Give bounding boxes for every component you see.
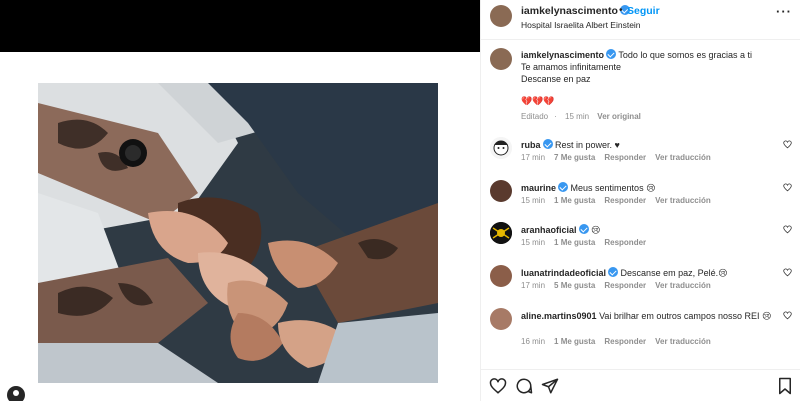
post-photo[interactable]	[38, 83, 438, 383]
comment-username[interactable]: aranhaoficial	[521, 225, 577, 235]
comment-like-heart-icon[interactable]	[783, 140, 792, 149]
verified-badge-icon	[606, 49, 617, 59]
caption-author-avatar[interactable]	[490, 48, 512, 70]
caption-time: 15 min	[565, 112, 590, 121]
comment-like-heart-icon[interactable]	[783, 268, 792, 277]
comment-body: 😢	[591, 225, 601, 235]
comment-time: 16 min	[521, 337, 546, 346]
see-original-link[interactable]: Ver original	[597, 112, 641, 121]
post-side-panel: iamkelynascimento • Seguir Hospital Isra…	[480, 0, 800, 401]
comment-like-heart-icon[interactable]	[783, 311, 792, 320]
comment-avatar[interactable]	[490, 265, 512, 287]
comment-meta: 15 min 1 Me gusta Responder	[521, 238, 655, 247]
comment-avatar[interactable]	[490, 222, 512, 244]
comment-likes[interactable]: 1 Me gusta	[554, 238, 595, 247]
comment-text: aranhaoficial 😢	[521, 224, 776, 236]
comment-time: 17 min	[521, 281, 546, 290]
comment-meta: 17 min 7 Me gusta Responder Ver traducción	[521, 153, 720, 162]
caption-edited: Editado	[521, 112, 549, 121]
caption-dot: ·	[554, 112, 557, 121]
paper-plane-icon[interactable]	[541, 377, 559, 395]
comment-avatar[interactable]	[490, 137, 512, 159]
comment-text: ruba Rest in power. ♥	[521, 139, 776, 151]
comment-username[interactable]: ruba	[521, 140, 541, 150]
comment-item: ruba Rest in power. ♥ 17 min 7 Me gusta Re…	[481, 137, 800, 177]
media-top-bar	[0, 0, 480, 52]
translate-link[interactable]: Ver traducción	[655, 196, 711, 205]
comment-item: luanatrindadeoficial Descanse em paz, Pe…	[481, 265, 800, 305]
caption-text: iamkelynascimento Todo lo que somos es g…	[521, 49, 791, 85]
comment-avatar[interactable]	[490, 180, 512, 202]
heart-icon[interactable]	[489, 377, 507, 395]
comment-likes[interactable]: 7 Me gusta	[554, 153, 595, 162]
comment-avatar[interactable]	[490, 308, 512, 330]
comment-text: luanatrindadeoficial Descanse em paz, Pe…	[521, 267, 776, 279]
reply-button[interactable]: Responder	[604, 196, 646, 205]
more-options-icon[interactable]: ···	[776, 4, 792, 19]
comment-likes[interactable]: 1 Me gusta	[554, 337, 595, 346]
caption-line1: Todo lo que somos es gracias a ti	[618, 50, 752, 60]
reply-button[interactable]: Responder	[604, 337, 646, 346]
comment-like-heart-icon[interactable]	[783, 225, 792, 234]
translate-link[interactable]: Ver traducción	[655, 153, 711, 162]
comment-item: aline.martins0901 Vai brilhar em outros …	[481, 308, 800, 358]
comment-item: aranhaoficial 😢 15 min 1 Me gusta Responde…	[481, 222, 800, 262]
author-username[interactable]: iamkelynascimento	[521, 5, 630, 17]
comment-likes[interactable]: 5 Me gusta	[554, 281, 595, 290]
profile-icon[interactable]	[7, 386, 25, 401]
location-link[interactable]: Hospital Israelita Albert Einstein	[521, 20, 641, 30]
comment-username[interactable]: aline.martins0901	[521, 311, 597, 321]
comment-time: 15 min	[521, 196, 546, 205]
comment-icon[interactable]	[515, 377, 533, 395]
comment-time: 17 min	[521, 153, 546, 162]
comment-body: Rest in power. ♥	[555, 140, 620, 150]
bookmark-icon[interactable]	[776, 377, 794, 395]
post-header: iamkelynascimento • Seguir Hospital Isra…	[481, 0, 800, 40]
verified-badge-icon	[558, 182, 569, 192]
verified-badge-icon	[542, 139, 553, 149]
comment-item: maurine Meus sentimentos 😢 15 min 1 Me gu…	[481, 180, 800, 220]
translate-link[interactable]: Ver traducción	[655, 337, 711, 346]
comment-meta: 17 min 5 Me gusta Responder Ver traducción	[521, 281, 720, 290]
translate-link[interactable]: Ver traducción	[655, 281, 711, 290]
reply-button[interactable]: Responder	[604, 153, 646, 162]
caption-username[interactable]: iamkelynascimento	[521, 50, 604, 60]
header-separator: •	[619, 5, 623, 16]
action-bar	[481, 369, 800, 401]
comment-likes[interactable]: 1 Me gusta	[554, 196, 595, 205]
caption-meta: Editado · 15 min Ver original	[521, 112, 647, 121]
comment-body: Descanse em paz, Pelé.😢	[620, 268, 728, 278]
comment-username[interactable]: maurine	[521, 183, 556, 193]
comment-body: Meus sentimentos 😢	[570, 183, 656, 193]
author-username-text[interactable]: iamkelynascimento	[521, 5, 618, 17]
author-avatar[interactable]	[490, 5, 512, 27]
comment-text: maurine Meus sentimentos 😢	[521, 182, 776, 194]
comment-meta: 16 min 1 Me gusta Responder Ver traducción	[521, 337, 720, 346]
verified-badge-icon	[578, 224, 589, 234]
comment-meta: 15 min 1 Me gusta Responder Ver traducción	[521, 196, 720, 205]
comment-like-heart-icon[interactable]	[783, 183, 792, 192]
follow-button[interactable]: Seguir	[627, 5, 660, 17]
comment-body: Vai brilhar em outros campos nosso REI 😢	[599, 311, 772, 321]
comment-username[interactable]: luanatrindadeoficial	[521, 268, 606, 278]
verified-badge-icon	[608, 267, 619, 277]
caption-line2: Te amamos infinitamente	[521, 62, 622, 72]
spider-logo-icon	[490, 222, 512, 244]
post-photo-illustration	[38, 83, 438, 383]
comment-time: 15 min	[521, 238, 546, 247]
comment-text: aline.martins0901 Vai brilhar em outros …	[521, 310, 776, 322]
cartoon-avatar-icon	[490, 137, 512, 159]
media-area	[0, 0, 480, 401]
reply-button[interactable]: Responder	[604, 238, 646, 247]
caption-line3: Descanse en paz	[521, 74, 591, 84]
reply-button[interactable]: Responder	[604, 281, 646, 290]
caption-hearts: 💔💔💔	[521, 96, 555, 106]
